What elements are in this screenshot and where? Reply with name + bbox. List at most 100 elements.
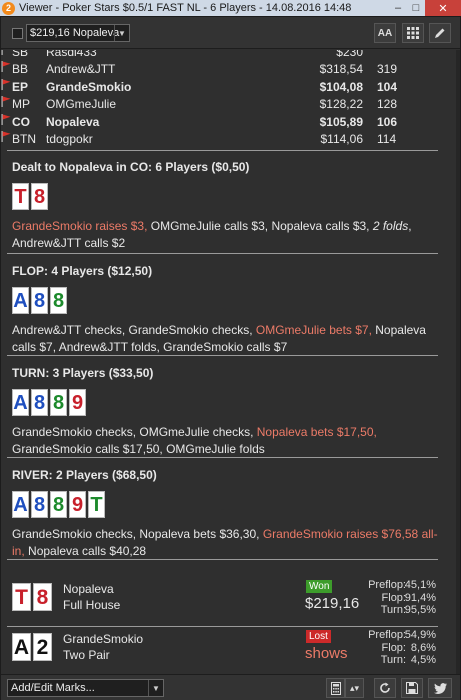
player-position: BTN xyxy=(12,131,36,146)
player-row[interactable]: CO Nopaleva $105,89 106 xyxy=(1,113,451,131)
turn-header: TURN: 3 Players ($33,50) xyxy=(12,366,154,380)
divider xyxy=(7,559,438,560)
marks-select[interactable]: Add/Edit Marks... ▼ xyxy=(7,679,164,697)
playing-card: A xyxy=(12,287,29,314)
playing-card: T xyxy=(88,491,105,518)
player-stack: $230 xyxy=(336,50,363,59)
playing-card: 8 xyxy=(31,491,48,518)
action-text: Nopaleva calls $40,28 xyxy=(24,544,147,558)
player-stack: $114,06 xyxy=(320,131,364,146)
flag-icon[interactable] xyxy=(1,96,11,108)
twitter-button[interactable] xyxy=(428,678,452,698)
player-stack-bb: 104 xyxy=(377,79,398,94)
save-button[interactable] xyxy=(401,678,423,698)
divider xyxy=(7,150,438,151)
player-stack: $318,54 xyxy=(319,62,363,77)
maximize-button[interactable]: □ xyxy=(407,0,425,16)
player-list: SB Rasdi433 $230 BB Andrew&JTT $318,54 319 EP Gr… xyxy=(1,50,451,148)
flag-icon[interactable] xyxy=(1,61,11,73)
player-stack-bb: 128 xyxy=(377,97,398,112)
equity-table: Preflop: 54,9% Flop: 8,6% Turn: 4,5% xyxy=(364,629,436,667)
equity-label: Preflop: xyxy=(368,629,406,641)
player-stack-bb: 114 xyxy=(377,131,397,146)
flag-icon[interactable] xyxy=(1,50,11,55)
result-hand-rank: Full House xyxy=(63,598,121,612)
equity-label: Turn: xyxy=(380,604,406,616)
result-hand-rank: Two Pair xyxy=(63,648,110,662)
river-section: RIVER: 2 Players ($68,50) A889T GrandeSm… xyxy=(12,468,442,560)
playing-card: 9 xyxy=(69,389,86,416)
board-cards: A889 xyxy=(12,389,442,417)
flag-icon[interactable] xyxy=(1,78,11,90)
playing-card: 8 xyxy=(31,287,48,314)
player-row[interactable]: SB Rasdi433 $230 xyxy=(1,50,451,61)
player-name: Andrew&JTT xyxy=(46,62,116,77)
turn-section: TURN: 3 Players ($33,50) A889 GrandeSmok… xyxy=(12,366,442,458)
preflop-section: Dealt to Nopaleva in CO: 6 Players ($0,5… xyxy=(12,160,442,252)
player-stack-bb: 106 xyxy=(377,114,398,129)
hole-cards: T8 xyxy=(12,183,442,211)
grid-button[interactable] xyxy=(402,23,424,43)
preflop-header: Dealt to Nopaleva in CO: 6 Players ($0,5… xyxy=(12,160,250,174)
playing-card: 8 xyxy=(31,389,48,416)
player-row[interactable]: MP OMGmeJulie $128,22 128 xyxy=(1,96,451,113)
result-row: T8 Nopaleva Full House Won $219,16 Prefl… xyxy=(12,579,437,617)
action-folds: 2 folds xyxy=(372,219,409,233)
stepper-icon: ▴▾ xyxy=(349,682,360,693)
player-position: BB xyxy=(12,62,29,77)
equity-row: Preflop: 45,1% xyxy=(364,579,436,592)
player-row[interactable]: BB Andrew&JTT $318,54 319 xyxy=(1,61,451,78)
player-position: CO xyxy=(12,114,30,129)
player-name: GrandeSmokio xyxy=(46,79,132,94)
chevron-down-icon[interactable]: ▼ xyxy=(114,25,129,41)
close-button[interactable]: ✕ xyxy=(425,0,461,16)
playing-card: 8 xyxy=(33,583,52,611)
player-stack-bb: 319 xyxy=(377,62,398,77)
player-name: tdogpokr xyxy=(46,131,93,146)
player-row[interactable]: EP GrandeSmokio $104,08 104 xyxy=(1,78,451,96)
player-cards: T8 xyxy=(12,583,54,611)
divider xyxy=(7,626,438,627)
player-position: EP xyxy=(12,79,29,94)
divider xyxy=(7,457,438,458)
title-bar: 2 Viewer - Poker Stars $0.5/1 FAST NL - … xyxy=(0,0,461,16)
flag-icon[interactable] xyxy=(1,113,11,125)
viewer-window: $219,16 Nopaleva ▼ AA SB Rasdi433 $230 BB An… xyxy=(0,16,461,700)
edit-button[interactable] xyxy=(429,23,451,43)
river-actions: GrandeSmokio checks, Nopaleva bets $36,3… xyxy=(12,526,442,560)
refresh-button[interactable] xyxy=(374,678,396,698)
calculator-button[interactable] xyxy=(326,678,345,698)
player-select-value: $219,16 Nopaleva xyxy=(30,27,120,39)
action-text: GrandeSmokio checks, Nopaleva bets $36,3… xyxy=(12,527,263,541)
equity-row: Turn: 95,5% xyxy=(364,604,436,617)
playing-card: T xyxy=(12,583,31,611)
scrollbar[interactable] xyxy=(456,50,460,674)
player-row[interactable]: BTN tdogpokr $114,06 114 xyxy=(1,130,451,148)
playing-card: A xyxy=(12,389,29,416)
save-icon xyxy=(406,682,418,694)
minimize-button[interactable]: – xyxy=(389,0,407,16)
result-amount: $219,16 xyxy=(305,595,360,612)
refresh-icon xyxy=(380,682,390,693)
player-position: SB xyxy=(12,50,29,59)
font-size-button[interactable]: AA xyxy=(374,23,396,43)
toolbar: $219,16 Nopaleva ▼ AA xyxy=(1,17,460,49)
playing-card: 8 xyxy=(50,389,67,416)
player-stack: $128,22 xyxy=(319,97,363,112)
window-title: Viewer - Poker Stars $0.5/1 FAST NL - 6 … xyxy=(19,2,352,14)
flop-actions: Andrew&JTT checks, GrandeSmokio checks, … xyxy=(12,322,442,356)
playing-card: 9 xyxy=(69,491,86,518)
equity-label: Flop: xyxy=(381,641,406,654)
action-highlight: GrandeSmokio raises $3, xyxy=(12,219,148,233)
app-logo-icon: 2 xyxy=(2,1,15,15)
playing-card: T xyxy=(12,183,29,210)
flag-icon[interactable] xyxy=(1,130,11,142)
equity-row: Flop: 91,4% xyxy=(364,592,436,605)
hand-history-panel[interactable]: SB Rasdi433 $230 BB Andrew&JTT $318,54 319 EP Gr… xyxy=(1,50,460,674)
twitter-icon xyxy=(433,682,447,694)
select-checkbox[interactable] xyxy=(12,28,23,39)
stepper-button[interactable]: ▴▾ xyxy=(345,678,364,698)
chevron-down-icon[interactable]: ▼ xyxy=(148,680,163,696)
player-select[interactable]: $219,16 Nopaleva ▼ xyxy=(26,24,130,42)
playing-card: 8 xyxy=(50,491,67,518)
